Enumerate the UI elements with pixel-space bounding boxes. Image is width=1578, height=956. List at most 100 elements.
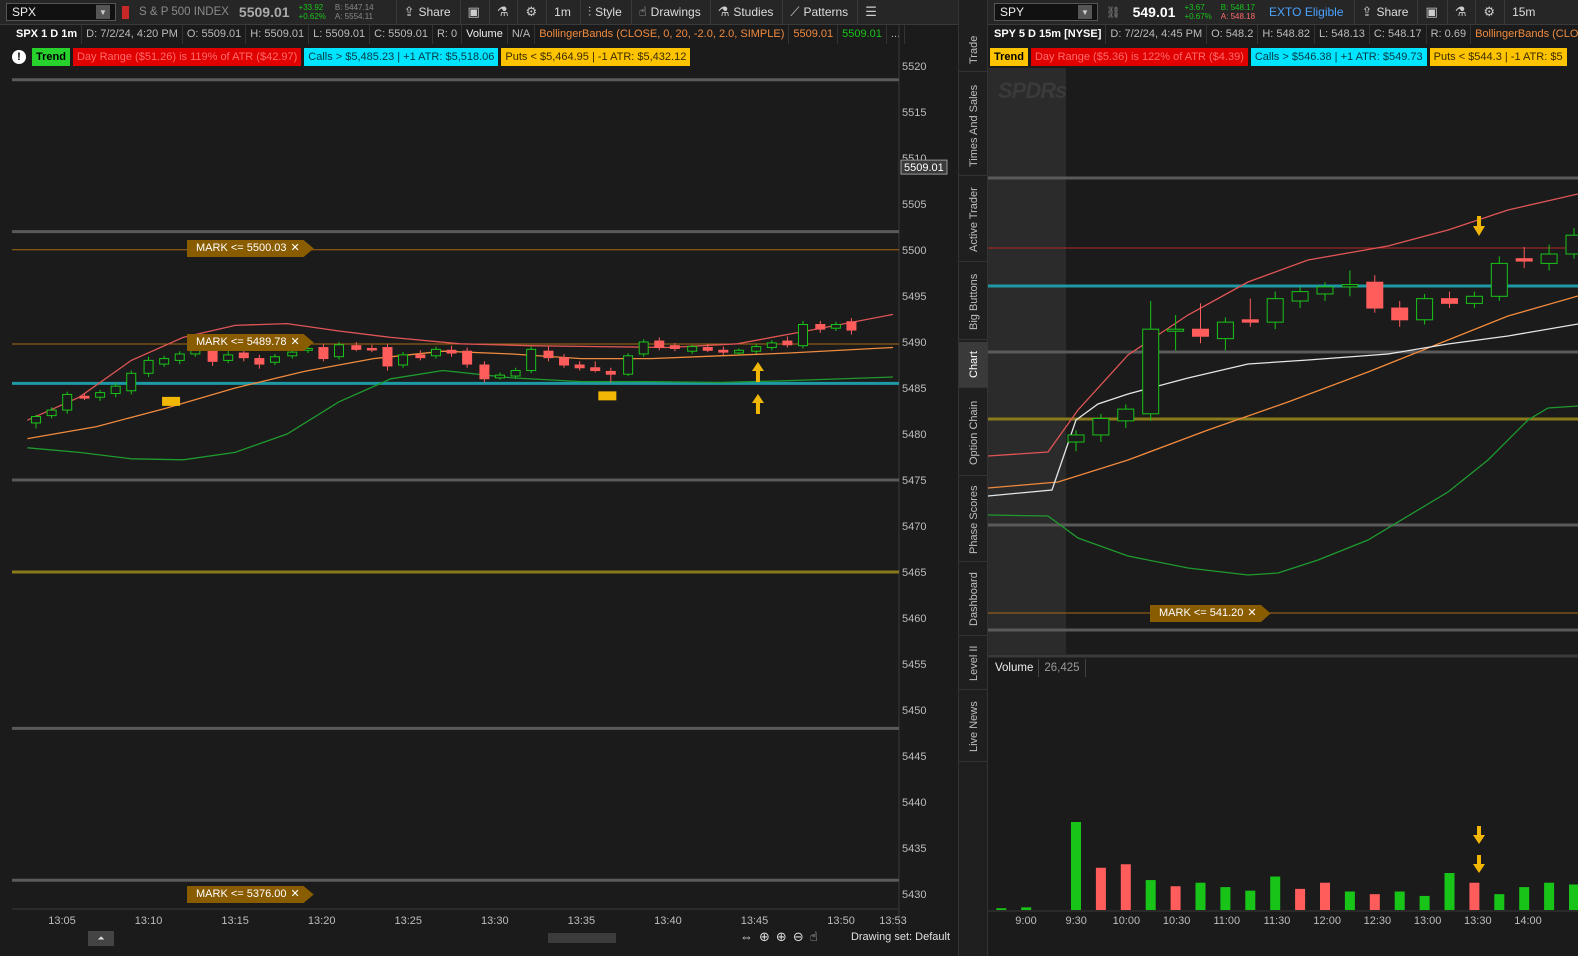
- candle-down: [702, 347, 713, 351]
- candle-up: [126, 372, 137, 392]
- candle-up: [830, 324, 841, 329]
- tab-dashboard[interactable]: Dashboard: [959, 564, 989, 636]
- tab-phase-scores[interactable]: Phase Scores: [959, 478, 989, 562]
- candle-up: [1316, 286, 1334, 295]
- zoom-out-icon[interactable]: ⊖: [793, 929, 804, 945]
- candle-down: [782, 340, 793, 346]
- candle-up: [398, 354, 409, 366]
- candle-up: [1341, 284, 1359, 288]
- volume-bar-down: [1095, 867, 1106, 910]
- drawing-set-selector[interactable]: Drawing set: Default: [851, 931, 950, 943]
- candle-down: [1366, 281, 1384, 309]
- y-tick-label: 5455: [902, 659, 926, 671]
- pan-icon[interactable]: ⇔: [740, 929, 753, 945]
- x-tick-label: 12:30: [1364, 915, 1392, 927]
- tab-live-news[interactable]: Live News: [959, 692, 989, 762]
- volume-bar-up: [1544, 882, 1555, 910]
- candle-up: [766, 342, 777, 349]
- tab-active-trader[interactable]: Active Trader: [959, 178, 989, 262]
- tab-option-chain[interactable]: Option Chain: [959, 390, 989, 476]
- y-tick-label: 5500: [902, 245, 926, 257]
- candle-up: [1490, 262, 1508, 297]
- candle-up: [495, 374, 506, 379]
- spx-candlestick-chart[interactable]: 5520551555105505550054955490548554805475…: [0, 0, 958, 930]
- tab-chart[interactable]: Chart: [959, 342, 989, 388]
- premarket-shading: [988, 68, 1066, 654]
- spy-chart-pane: SPY ▼ ⛓ 549.01 +3.67 +0.67% B: 548.17 A: 5…: [988, 0, 1578, 956]
- candle-up: [1216, 321, 1234, 340]
- candle-up: [46, 409, 57, 417]
- candle-up: [1067, 434, 1085, 443]
- candle-down: [1515, 258, 1533, 262]
- candle-down: [1391, 307, 1409, 321]
- hand-icon[interactable]: ☝: [810, 929, 818, 945]
- tab-level-ii[interactable]: Level II: [959, 638, 989, 690]
- candle-down: [1441, 298, 1458, 304]
- candle-up: [1565, 234, 1578, 255]
- candle-up: [797, 324, 808, 347]
- price-mark-2[interactable]: MARK <= 5489.78 ✕: [187, 334, 314, 351]
- candle-up: [510, 370, 521, 377]
- volume-bar-down: [1120, 864, 1131, 910]
- candle-up: [110, 385, 121, 395]
- tab-big-buttons[interactable]: Big Buttons: [959, 264, 989, 340]
- mark-text: MARK <= 541.20: [1159, 607, 1244, 619]
- x-tick-label: 12:00: [1313, 915, 1341, 927]
- volume-bar-up: [1195, 882, 1206, 910]
- candle-down: [415, 354, 426, 359]
- scroll-home-button[interactable]: ⏶: [88, 931, 114, 946]
- spy-candlestick-chart[interactable]: 9:00 9:30 10:00 10:30 11:00 11:30 12:00 12:30 13…: [988, 0, 1578, 930]
- y-tick-label: 5460: [902, 613, 926, 625]
- volume-bar-up: [1071, 822, 1081, 910]
- zoom-in-icon[interactable]: ⊕: [776, 929, 787, 945]
- price-mark-1[interactable]: MARK <= 5500.03 ✕: [187, 240, 314, 257]
- candle-up: [623, 355, 634, 375]
- close-icon[interactable]: ✕: [291, 336, 300, 348]
- spx-chart-pane: SPX ▼ S & P 500 INDEX 5509.01 +33.92 +0.6…: [0, 0, 958, 956]
- volume-bar-up: [1519, 887, 1530, 910]
- price-mark-spy[interactable]: MARK <= 541.20 ✕: [1150, 605, 1271, 622]
- mark-text: MARK <= 5500.03: [196, 242, 287, 254]
- candle-down: [254, 358, 265, 365]
- x-tick-label: 9:00: [1015, 915, 1036, 927]
- last-price-tag: 5509.01: [904, 162, 944, 174]
- volume-bar-up: [1021, 907, 1032, 910]
- x-tick-label: 10:30: [1163, 915, 1191, 927]
- x-tick-label: 14:00: [1514, 915, 1542, 927]
- horizontal-scrollbar[interactable]: [548, 933, 616, 943]
- candle-up: [751, 346, 762, 352]
- candle-down: [559, 357, 570, 366]
- price-mark-3[interactable]: MARK <= 5376.00 ✕: [187, 886, 314, 903]
- y-tick-label: 5490: [902, 337, 926, 349]
- close-icon[interactable]: ✕: [291, 888, 300, 900]
- crosshair-icon[interactable]: ⊕: [759, 929, 770, 945]
- close-icon[interactable]: ✕: [1247, 607, 1256, 619]
- volume-bar-down: [1320, 882, 1330, 910]
- y-tick-label: 5515: [902, 107, 926, 119]
- x-tick-label: 13:30: [1464, 915, 1492, 927]
- x-tick-label: 13:50: [827, 915, 855, 927]
- x-tick-label: 11:00: [1213, 915, 1240, 927]
- candle-up: [287, 351, 298, 357]
- y-tick-label: 5480: [902, 429, 926, 441]
- tab-trade[interactable]: Trade: [959, 28, 989, 72]
- volume-bar-up: [1569, 884, 1578, 910]
- y-tick-label: 5485: [902, 383, 926, 395]
- x-tick-label: 13:10: [135, 915, 163, 927]
- x-tick-label: 13:20: [308, 915, 336, 927]
- x-tick-label: 13:45: [741, 915, 769, 927]
- volume-bar-up: [1220, 887, 1231, 910]
- tab-times-and-sales[interactable]: Times And Sales: [959, 76, 989, 176]
- y-tick-label: 5430: [902, 889, 926, 901]
- volume-bar-down: [1469, 882, 1480, 910]
- plot-area: [12, 68, 899, 908]
- candle-down: [718, 349, 729, 353]
- candle-down: [446, 349, 457, 354]
- candle-down: [669, 345, 680, 349]
- y-tick-label: 5505: [902, 199, 926, 211]
- candle-up: [687, 346, 698, 352]
- signal-marker: [598, 391, 617, 401]
- side-tabs: Trade Times And Sales Active Trader Big …: [958, 0, 989, 956]
- close-icon[interactable]: ✕: [291, 242, 300, 254]
- candle-down: [1241, 319, 1259, 323]
